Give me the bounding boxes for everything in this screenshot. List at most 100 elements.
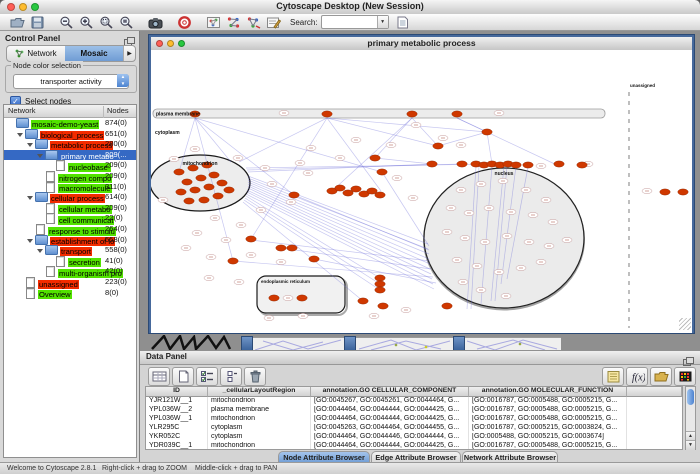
table-cell[interactable]: [GO:0016787, GO:0005488, GO:0005215, G..… [469, 406, 627, 415]
selected-node[interactable] [554, 161, 564, 167]
selected-node[interactable] [335, 185, 345, 191]
tree-row-cellular-metabo[interactable]: cellular metabo209(0) [4, 203, 136, 214]
selected-node[interactable] [442, 303, 452, 309]
column-header[interactable]: ID [146, 387, 208, 397]
data-panel-titlebar[interactable]: Data Panel [140, 351, 700, 365]
selected-node[interactable] [204, 184, 214, 190]
expand-arrow-icon[interactable] [27, 143, 33, 147]
selected-node[interactable] [287, 245, 297, 251]
expand-arrow-icon[interactable] [17, 133, 23, 137]
expand-arrow-icon[interactable] [27, 196, 33, 200]
node-color-dropdown[interactable]: transporter activity ▲▼ [13, 74, 129, 89]
tree-row-mosaic-demo-yeast[interactable]: mosaic-demo-yeast874(0) [4, 118, 136, 129]
selected-node[interactable] [378, 303, 388, 309]
tree-row-secretion[interactable]: secretion41(0) [4, 256, 136, 267]
table-cell[interactable]: [GO:0044464, GO:0044446, GO:0044444, G..… [311, 433, 469, 442]
selected-node[interactable] [246, 236, 256, 242]
selected-node[interactable] [213, 193, 223, 199]
table-cell[interactable]: [GO:0016787, GO:0005488, GO:0005215, G..… [469, 415, 627, 424]
column-header[interactable]: annotation.GO MOLECULAR_FUNCTION [469, 387, 627, 397]
selected-node[interactable] [482, 129, 492, 135]
expand-arrow-icon[interactable] [37, 249, 43, 253]
selected-node[interactable] [184, 198, 194, 204]
selected-node[interactable] [523, 162, 533, 168]
network-tree-header[interactable]: Network Nodes [4, 105, 136, 118]
selected-node[interactable] [375, 192, 385, 198]
selected-node[interactable] [375, 275, 385, 281]
annotation-icon[interactable] [264, 15, 282, 30]
selected-node[interactable] [224, 187, 234, 193]
search-dropdown-icon[interactable]: ▼ [377, 16, 388, 28]
network-canvas[interactable]: plasma membranecytoplasmmitochondrionnuc… [151, 50, 692, 333]
selected-node[interactable] [289, 192, 299, 198]
tree-row-nucleobase-[interactable]: nucleobase-209(0) [4, 160, 136, 171]
tree-row-overview[interactable]: Overview8(0) [4, 288, 136, 299]
background-window-edge[interactable] [344, 336, 356, 351]
tree-row-multi-organism-pro[interactable]: multi-organism pro42(0) [4, 266, 136, 277]
delete-attribute-icon[interactable] [244, 367, 266, 386]
column-header[interactable]: annotation.GO CELLULAR_COMPONENT [311, 387, 469, 397]
table-cell[interactable]: cytoplasm [208, 433, 311, 442]
selected-node[interactable] [370, 155, 380, 161]
selected-node[interactable] [375, 281, 385, 287]
tree-row-response-to-stimulu[interactable]: response to stimulu264(0) [4, 224, 136, 235]
selected-node[interactable] [452, 111, 462, 117]
resize-grip[interactable] [679, 318, 691, 330]
zoom-out-icon[interactable] [57, 15, 75, 30]
selected-node[interactable] [176, 189, 186, 195]
attribute-table[interactable]: ID_cellularLayoutRegionannotation.GO CEL… [145, 386, 683, 450]
expand-arrow-icon[interactable] [37, 154, 43, 158]
table-cell[interactable]: YPL036W__1 [146, 415, 208, 424]
table-cell[interactable]: [GO:0016787, GO:0005488, GO:0005215, G..… [469, 442, 627, 450]
selected-node[interactable] [190, 187, 200, 193]
selected-node[interactable] [427, 161, 437, 167]
scrollbar-thumb[interactable] [687, 389, 694, 405]
unify-attribute-icon[interactable] [220, 367, 242, 386]
table-cell[interactable]: mitochondrion [208, 415, 311, 424]
tree-row-macromolecule[interactable]: macromolecule311(0) [4, 182, 136, 193]
table-cell[interactable]: [GO:0044464, GO:0044444, GO:0044425, G..… [311, 442, 469, 450]
table-cell[interactable]: [GO:0005488, GO:0005215, GO:0003674] [469, 433, 627, 442]
import-attributes-icon[interactable] [650, 367, 672, 386]
table-cell[interactable]: plasma membrane [208, 406, 311, 415]
column-header[interactable] [627, 387, 682, 397]
tree-row-primary-metabo[interactable]: primary metabo209(... [4, 150, 136, 161]
select-attributes-icon[interactable] [148, 367, 170, 386]
save-icon[interactable] [28, 15, 46, 30]
selected-node[interactable] [511, 162, 521, 168]
index-document-icon[interactable] [394, 15, 412, 30]
table-cell[interactable]: [GO:0045263, GO:0044464, GO:0044455, G..… [311, 424, 469, 433]
tree-row-cell-communicat[interactable]: cell communicat22(0) [4, 213, 136, 224]
table-cell[interactable]: YJR121W__1 [146, 397, 208, 406]
table-cell[interactable]: [GO:0045267, GO:0045261, GO:0044464, G..… [311, 397, 469, 406]
selected-node[interactable] [577, 162, 587, 168]
selected-node[interactable] [457, 161, 467, 167]
tab-network[interactable]: Network [7, 46, 65, 61]
selected-node[interactable] [269, 295, 279, 301]
column-header[interactable]: _cellularLayoutRegion [208, 387, 311, 397]
selected-node[interactable] [309, 256, 319, 262]
selected-node[interactable] [660, 189, 670, 195]
selected-node[interactable] [209, 172, 219, 178]
zoom-selected-icon[interactable] [97, 15, 115, 30]
table-cell[interactable]: YLR295C [146, 424, 208, 433]
selected-node[interactable] [174, 169, 184, 175]
network-window-titlebar[interactable]: primary metabolic process [151, 37, 692, 51]
selected-node[interactable] [433, 143, 443, 149]
expand-arrow-icon[interactable] [27, 239, 33, 243]
network-view-window[interactable]: primary metabolic process plasma membran… [149, 35, 694, 333]
table-cell[interactable]: [GO:0016787, GO:0005488, GO:0005215, G..… [469, 397, 627, 406]
attribute-matrix-icon[interactable] [674, 367, 696, 386]
table-cell[interactable]: cytoplasm [208, 424, 311, 433]
selected-node[interactable] [375, 287, 385, 293]
help-lifering-icon[interactable] [175, 15, 193, 30]
function-builder-icon[interactable]: f(x) [626, 367, 648, 386]
network-overview-icon[interactable] [204, 15, 222, 30]
selected-node[interactable] [199, 197, 209, 203]
open-folder-icon[interactable] [8, 15, 26, 30]
table-cell[interactable]: [GO:0016787, GO:0005215, GO:0003824, G..… [469, 424, 627, 433]
table-cell[interactable]: mitochondrion [208, 442, 311, 450]
zoom-in-icon[interactable] [77, 15, 95, 30]
selected-node[interactable] [407, 111, 417, 117]
table-cell[interactable]: mitochondrion [208, 397, 311, 406]
